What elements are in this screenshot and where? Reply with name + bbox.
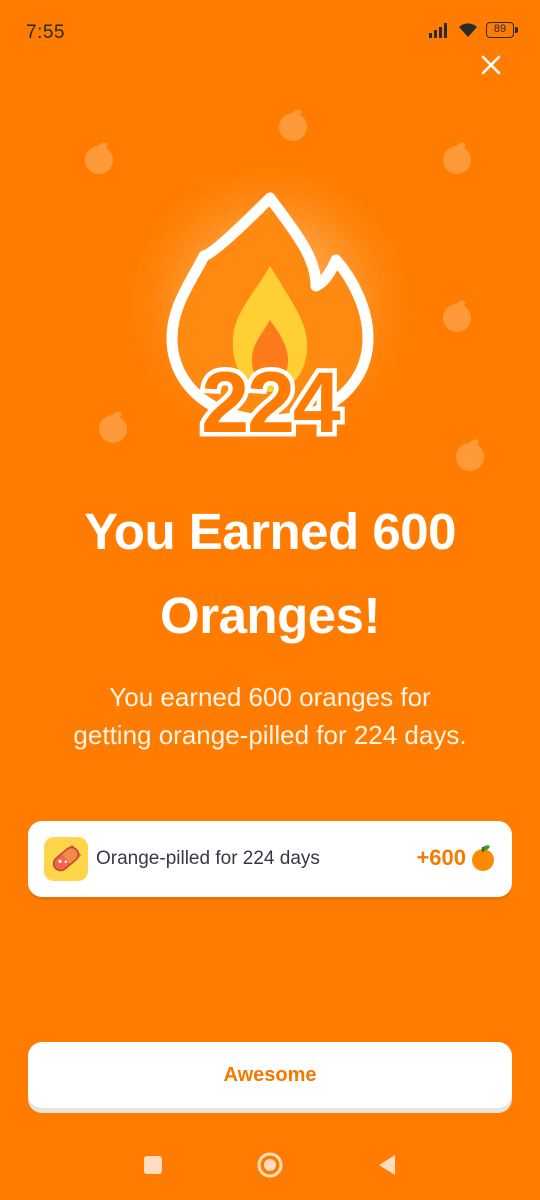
reward-value: +600 bbox=[416, 845, 466, 870]
close-icon bbox=[481, 55, 501, 75]
orange-decoration-icon bbox=[279, 109, 307, 141]
awesome-button[interactable]: Awesome bbox=[28, 1042, 512, 1108]
navigation-bar bbox=[0, 1130, 540, 1200]
reward-icon-box bbox=[44, 837, 88, 881]
reward-label: Orange-pilled for 224 days bbox=[96, 848, 320, 869]
reward-card: Orange-pilled for 224 days +600 bbox=[28, 821, 512, 897]
close-button[interactable] bbox=[476, 50, 506, 80]
fire-icon: 224 bbox=[130, 170, 410, 450]
pill-icon bbox=[52, 844, 82, 872]
back-icon bbox=[379, 1155, 395, 1175]
orange-decoration-icon bbox=[443, 142, 471, 174]
recent-apps-button[interactable] bbox=[138, 1150, 168, 1180]
orange-decoration-icon bbox=[443, 300, 471, 332]
back-button[interactable] bbox=[372, 1150, 402, 1180]
orange-decoration-icon bbox=[456, 439, 484, 471]
status-bar: 7:55 89 bbox=[0, 0, 540, 70]
page-subtitle: You earned 600 oranges for getting orang… bbox=[73, 682, 467, 750]
battery-icon: 89 bbox=[486, 22, 518, 38]
status-time: 7:55 bbox=[26, 22, 65, 43]
home-button[interactable] bbox=[255, 1150, 285, 1180]
home-icon bbox=[257, 1152, 283, 1178]
wifi-icon bbox=[459, 23, 477, 37]
signal-icon bbox=[429, 23, 447, 38]
streak-number: 224 bbox=[201, 355, 341, 450]
orange-decoration-icon bbox=[85, 142, 113, 174]
orange-icon bbox=[472, 845, 494, 871]
status-icons: 89 bbox=[428, 22, 518, 38]
recent-apps-icon bbox=[144, 1156, 162, 1174]
page-title: You Earned 600 Oranges! bbox=[84, 503, 456, 644]
